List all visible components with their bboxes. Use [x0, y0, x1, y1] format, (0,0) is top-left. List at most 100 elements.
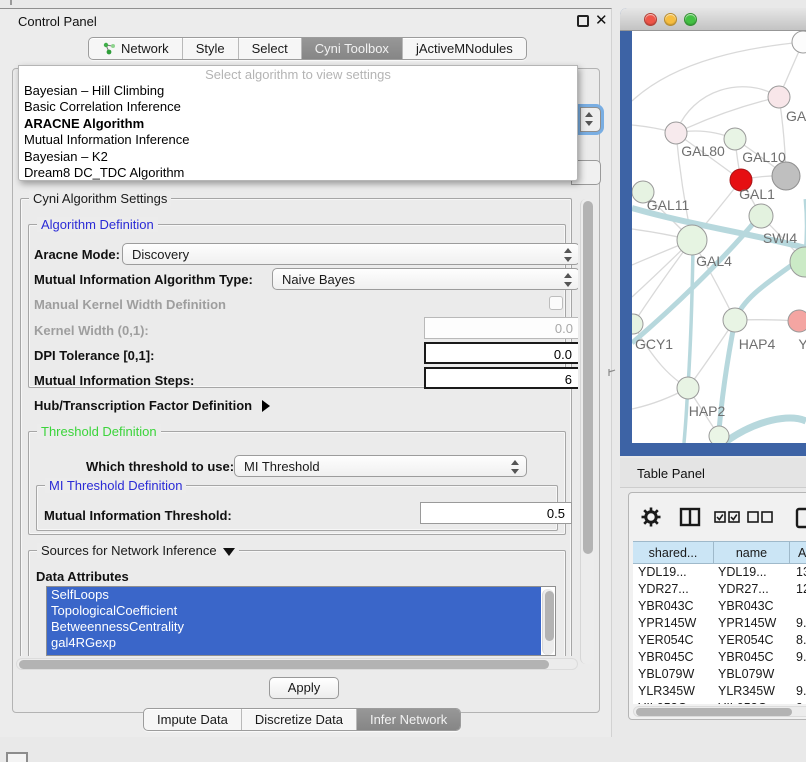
attribute-list-item[interactable]: gal4RGexp	[47, 635, 541, 651]
network-node[interactable]	[749, 204, 773, 228]
table-cell[interactable]: YIL052C	[638, 700, 687, 704]
network-node[interactable]	[768, 86, 790, 108]
column-header[interactable]: A	[790, 541, 806, 564]
table-cell[interactable]: 8.	[796, 632, 806, 649]
tab-cyni-toolbox[interactable]: Cyni Toolbox	[302, 38, 403, 59]
tab-impute-data[interactable]: Impute Data	[144, 709, 242, 730]
kernel-width-input[interactable]: 0.0	[424, 317, 578, 339]
table-row[interactable]: YBR045C YBR045C 9.	[633, 649, 806, 666]
aracne-mode-select[interactable]: Discovery	[122, 243, 578, 265]
dropdown-item[interactable]: Bayesian – Hill Climbing	[19, 83, 577, 99]
table-row[interactable]: YBL079W YBL079W	[633, 666, 806, 683]
table-cell[interactable]: 13.	[796, 564, 806, 581]
gear-icon[interactable]	[641, 507, 661, 527]
table-cell[interactable]: 12.	[796, 581, 806, 598]
attribute-list-item[interactable]: TopologicalCoefficient	[47, 603, 541, 619]
dropdown-item[interactable]: Bayesian – K2	[19, 149, 577, 165]
clear-checkboxes-icon[interactable]	[747, 511, 773, 523]
table-cell[interactable]: YBL079W	[638, 666, 694, 683]
table-row[interactable]: YLR345W YLR345W 9.	[633, 683, 806, 700]
table-row[interactable]: YPR145W YPR145W 9.	[633, 615, 806, 632]
table-cell[interactable]: YDR27...	[718, 581, 769, 598]
dropdown-item[interactable]: ARACNE Algorithm	[19, 116, 577, 132]
mi-algorithm-type-select[interactable]: Naive Bayes	[272, 268, 578, 290]
algorithm-combobox-fragment[interactable]	[580, 107, 601, 132]
table-cell[interactable]: 9.	[796, 683, 806, 700]
tab-network[interactable]: Network	[89, 38, 183, 59]
mi-steps-input[interactable]: 6	[424, 367, 578, 389]
column-header[interactable]: name	[714, 541, 790, 564]
dropdown-item[interactable]: Basic Correlation Inference	[19, 99, 577, 115]
mi-threshold-input[interactable]: 0.5	[420, 502, 572, 524]
network-node[interactable]	[790, 247, 806, 277]
table-row[interactable]: YDL19... YDL19... 13.	[633, 564, 806, 581]
table-cell[interactable]: YDL19...	[638, 564, 687, 581]
network-canvas[interactable]: GALGAL80GAL10GAL1GAL11SWI4GAL4GCY1HAP4YH…	[632, 31, 806, 443]
table-cell[interactable]: YDL19...	[718, 564, 767, 581]
table-cell[interactable]: YLR345W	[638, 683, 695, 700]
tab-discretize-data[interactable]: Discretize Data	[242, 709, 357, 730]
table-cell[interactable]: YER054C	[638, 632, 694, 649]
table-row[interactable]: YIL052C YIL052C 9.	[633, 700, 806, 704]
table-row[interactable]: YER054C YER054C 8.	[633, 632, 806, 649]
table-cell[interactable]: YBR045C	[638, 649, 694, 666]
minimize-traffic-light[interactable]	[664, 13, 677, 26]
table-row[interactable]: YDR27... YDR27... 12.	[633, 581, 806, 598]
select-all-checkboxes-icon[interactable]	[714, 511, 740, 523]
network-node[interactable]	[632, 314, 643, 334]
column-header[interactable]: shared...	[633, 541, 714, 564]
float-panel-icon[interactable]	[577, 15, 589, 27]
network-node[interactable]	[788, 310, 806, 332]
network-node[interactable]	[709, 426, 729, 443]
network-node[interactable]	[724, 128, 746, 150]
attribute-list-item[interactable]: SelfLoops	[47, 587, 541, 603]
scrollbar-thumb[interactable]	[583, 201, 593, 554]
network-window-titlebar[interactable]	[620, 8, 806, 31]
attribute-list-item[interactable]: BetweennessCentrality	[47, 619, 541, 635]
table-cell[interactable]: YPR145W	[638, 615, 696, 632]
table-cell[interactable]: YBL079W	[718, 666, 774, 683]
table-cell[interactable]: YLR345W	[718, 683, 775, 700]
table-cell[interactable]: YBR045C	[718, 649, 774, 666]
network-node[interactable]	[665, 122, 687, 144]
columns-icon[interactable]	[679, 507, 701, 527]
tab-select[interactable]: Select	[239, 38, 302, 59]
which-threshold-select[interactable]: MI Threshold	[234, 455, 527, 477]
apply-button[interactable]: Apply	[269, 677, 339, 699]
close-traffic-light[interactable]	[644, 13, 657, 26]
close-panel-icon[interactable]: ✕	[595, 11, 608, 29]
table-cell[interactable]: 9.	[796, 615, 806, 632]
table-row[interactable]: YBR043C YBR043C	[633, 598, 806, 615]
tab-style[interactable]: Style	[183, 38, 239, 59]
minimized-panel-icon[interactable]	[6, 752, 28, 762]
scrollbar-thumb[interactable]	[19, 660, 549, 669]
network-node[interactable]	[792, 31, 806, 53]
tab-infer-network[interactable]: Infer Network	[357, 709, 460, 730]
network-node[interactable]	[677, 377, 699, 399]
table-cell[interactable]: YBR043C	[638, 598, 694, 615]
table-cell[interactable]: YIL052C	[718, 700, 767, 704]
settings-vertical-scrollbar[interactable]	[580, 199, 594, 664]
table-cell[interactable]: YBR043C	[718, 598, 774, 615]
table-horizontal-scrollbar[interactable]	[633, 706, 806, 717]
table-cell[interactable]: YER054C	[718, 632, 774, 649]
table-cell[interactable]: YPR145W	[718, 615, 776, 632]
hub-definition-toggle[interactable]: Hub/Transcription Factor Definition	[34, 398, 270, 413]
attribute-list-item-partial[interactable]	[47, 651, 541, 656]
zoom-traffic-light[interactable]	[684, 13, 697, 26]
network-node[interactable]	[772, 162, 800, 190]
scrollbar-thumb[interactable]	[636, 708, 792, 716]
sources-toggle[interactable]: Sources for Network Inference	[37, 543, 239, 558]
scrollbar-thumb[interactable]	[545, 591, 554, 641]
table-cell[interactable]: 9.	[796, 700, 806, 704]
table-cell[interactable]: 9.	[796, 649, 806, 666]
new-table-icon[interactable]	[795, 507, 806, 529]
manual-kernel-width-checkbox[interactable]	[549, 296, 563, 310]
settings-horizontal-scrollbar[interactable]	[16, 658, 578, 670]
table-cell[interactable]: YDR27...	[638, 581, 689, 598]
network-node[interactable]	[677, 225, 707, 255]
tab-jactivemnodules[interactable]: jActiveMNodules	[403, 38, 526, 59]
dropdown-item[interactable]: Dream8 DC_TDC Algorithm	[19, 165, 577, 181]
network-node[interactable]	[723, 308, 747, 332]
list-vertical-scrollbar[interactable]	[542, 589, 554, 655]
